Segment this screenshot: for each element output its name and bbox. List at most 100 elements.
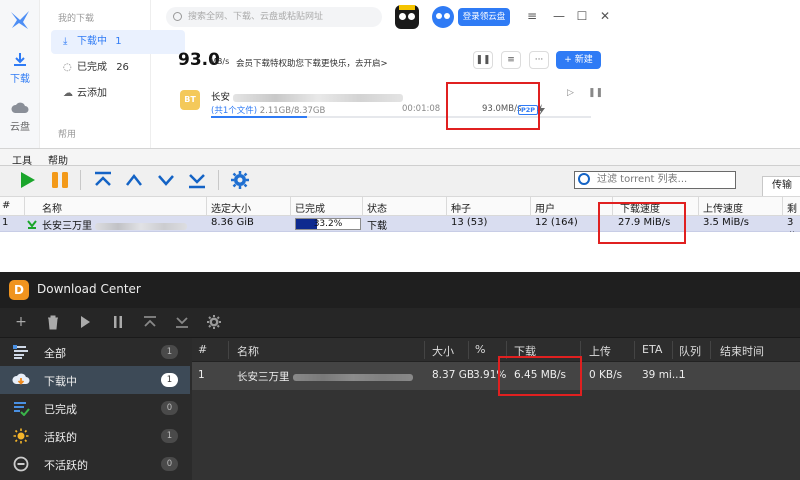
more-button[interactable]: ··· bbox=[529, 51, 549, 69]
search-icon bbox=[173, 12, 182, 21]
col-queue[interactable]: 队列 bbox=[679, 343, 701, 359]
sidebar-item-label: 全部 bbox=[44, 347, 66, 360]
sidebar-item-completed[interactable]: ◌ 已完成 26 bbox=[51, 56, 185, 80]
col-end-time[interactable]: 结束时间 bbox=[720, 343, 764, 359]
move-top-icon[interactable] bbox=[93, 171, 113, 189]
check-circle-icon: ◌ bbox=[63, 62, 72, 73]
new-task-button[interactable]: + 新建 bbox=[556, 51, 601, 69]
col-index[interactable]: # bbox=[2, 200, 10, 211]
delete-icon[interactable] bbox=[45, 314, 61, 330]
highlight-box bbox=[598, 202, 686, 244]
menu-icon[interactable]: ≡ bbox=[524, 8, 540, 24]
sidebar-item-active[interactable]: 活跃的 1 bbox=[0, 422, 190, 450]
xunlei-sidebar: 我的下载 ⤓ 下载中 1 ◌ 已完成 26 ☁ 云添加 帮用 bbox=[41, 0, 185, 148]
gear-icon[interactable] bbox=[206, 314, 222, 330]
col-upload[interactable]: 上传 bbox=[589, 343, 611, 359]
xunlei-nav-rail: 下载 云盘 bbox=[0, 0, 40, 148]
task-subinfo: (共1个文件) 2.11GB/8.37GB bbox=[211, 104, 325, 116]
col-seeds[interactable]: 种子 bbox=[451, 200, 471, 215]
menu-help[interactable]: 帮助 bbox=[48, 152, 68, 167]
sidebar-item-cloud-add[interactable]: ☁ 云添加 bbox=[51, 82, 185, 106]
col-percent[interactable]: % bbox=[475, 343, 485, 356]
row-size: 8.36 GiB bbox=[211, 217, 254, 228]
sort-button[interactable]: ≡ bbox=[501, 51, 521, 69]
row-seeds: 13 (53) bbox=[451, 217, 488, 228]
xunlei-logo-icon bbox=[11, 11, 29, 29]
minus-circle-icon bbox=[13, 456, 29, 472]
col-size[interactable]: 大小 bbox=[432, 343, 454, 359]
highlight-box bbox=[498, 356, 582, 396]
sidebar-item-all[interactable]: 全部 1 bbox=[0, 338, 190, 366]
torrent-filter-input[interactable]: 过滤 torrent 列表... bbox=[574, 171, 736, 189]
col-eta[interactable]: ETA bbox=[642, 343, 662, 356]
menu-bar: 工具 帮助 bbox=[0, 148, 800, 167]
col-status[interactable]: 状态 bbox=[367, 200, 387, 215]
table-header: # 名称 大小 % 下载 上传 ETA 队列 结束时间 bbox=[192, 338, 800, 362]
col-name[interactable]: 名称 bbox=[237, 343, 259, 359]
col-index[interactable]: # bbox=[198, 343, 207, 356]
gear-icon[interactable] bbox=[230, 170, 250, 190]
total-speed-unit: MB/s bbox=[210, 57, 230, 66]
rail-download[interactable]: 下载 bbox=[0, 52, 40, 85]
download-arrow-icon bbox=[27, 220, 37, 229]
toolbar: + bbox=[0, 308, 800, 338]
cloud-download-icon bbox=[12, 373, 30, 385]
maximize-icon[interactable]: ☐ bbox=[574, 8, 590, 24]
sidebar-item-completed[interactable]: 已完成 0 bbox=[0, 394, 190, 422]
col-name[interactable]: 名称 bbox=[42, 200, 62, 215]
download-center-window: D Download Center + 全部 1 下载中 1 已完成 0 活跃的… bbox=[0, 272, 800, 480]
col-progress[interactable]: 已完成 bbox=[295, 200, 325, 215]
play-icon[interactable] bbox=[77, 314, 93, 330]
play-icon[interactable]: ▷ bbox=[567, 88, 579, 100]
sidebar-item-badge: 1 bbox=[161, 429, 178, 443]
cloud-add-icon: ☁ bbox=[63, 88, 73, 99]
menu-tools[interactable]: 工具 bbox=[12, 152, 32, 167]
sidebar-item-label: 活跃的 bbox=[44, 431, 77, 444]
col-peers[interactable]: 用户 bbox=[535, 200, 555, 215]
move-top-icon[interactable] bbox=[142, 314, 158, 330]
blurred-text bbox=[292, 373, 413, 381]
move-bottom-icon[interactable] bbox=[174, 314, 190, 330]
rail-download-label: 下载 bbox=[10, 74, 30, 85]
row-status: 下载 bbox=[367, 221, 387, 232]
login-cloud-button[interactable]: 登录领云盘 bbox=[458, 8, 510, 26]
pause-all-button[interactable]: ❚❚ bbox=[473, 51, 493, 69]
sidebar-item-downloading[interactable]: 下载中 1 bbox=[0, 366, 190, 394]
app-logo-icon: D bbox=[9, 280, 29, 300]
move-up-icon[interactable] bbox=[124, 171, 144, 189]
sidebar-item-label: 下载中 bbox=[44, 375, 77, 388]
minimize-icon[interactable]: — bbox=[551, 8, 567, 24]
close-icon[interactable]: ✕ bbox=[597, 8, 613, 24]
pause-icon[interactable] bbox=[110, 314, 126, 330]
sidebar-item-badge: 1 bbox=[161, 373, 178, 387]
row-name: 长安三万里 bbox=[42, 217, 188, 232]
title-bar: D Download Center bbox=[0, 272, 800, 308]
search-input[interactable]: 搜索全网、下载、云盘或粘贴网址 bbox=[166, 7, 382, 27]
sidebar-item-count: 26 bbox=[116, 62, 129, 73]
table-row[interactable]: 1 长安三万里 8.37 GB 3.91% 6.45 MB/s 0 KB/s 3… bbox=[192, 362, 800, 390]
game-icon[interactable] bbox=[395, 5, 419, 29]
task-files: (共1个文件) bbox=[211, 106, 258, 116]
task-elapsed: 00:01:08 bbox=[402, 104, 441, 114]
col-size[interactable]: 选定大小 bbox=[211, 200, 251, 215]
row-index: 1 bbox=[2, 217, 9, 228]
avatar[interactable] bbox=[432, 6, 454, 28]
rail-cloud[interactable]: 云盘 bbox=[0, 100, 40, 133]
col-up-speed[interactable]: 上传速度 bbox=[703, 200, 743, 215]
move-bottom-icon[interactable] bbox=[187, 171, 207, 189]
pause-icon[interactable] bbox=[51, 171, 69, 189]
add-icon[interactable]: + bbox=[13, 314, 29, 330]
vip-promo-link[interactable]: 会员下载特权助您下载更快乐，去开启> bbox=[236, 57, 388, 69]
tab-transfers[interactable]: 传输 bbox=[762, 176, 800, 196]
sidebar-item-badge: 1 bbox=[161, 345, 178, 359]
pause-icon[interactable]: ❚❚ bbox=[588, 88, 603, 100]
move-down-icon[interactable] bbox=[156, 171, 176, 189]
row-eta: 39 mi... bbox=[642, 369, 682, 381]
sidebar-item-badge: 0 bbox=[161, 457, 178, 471]
blurred-text bbox=[233, 93, 404, 102]
sidebar-item-downloading[interactable]: ⤓ 下载中 1 bbox=[51, 30, 185, 54]
task-size: 2.11GB/8.37GB bbox=[259, 106, 326, 116]
resume-icon[interactable] bbox=[20, 171, 36, 189]
sidebar-item-count: 1 bbox=[115, 36, 122, 47]
sidebar-item-inactive[interactable]: 不活跃的 0 bbox=[0, 450, 190, 478]
